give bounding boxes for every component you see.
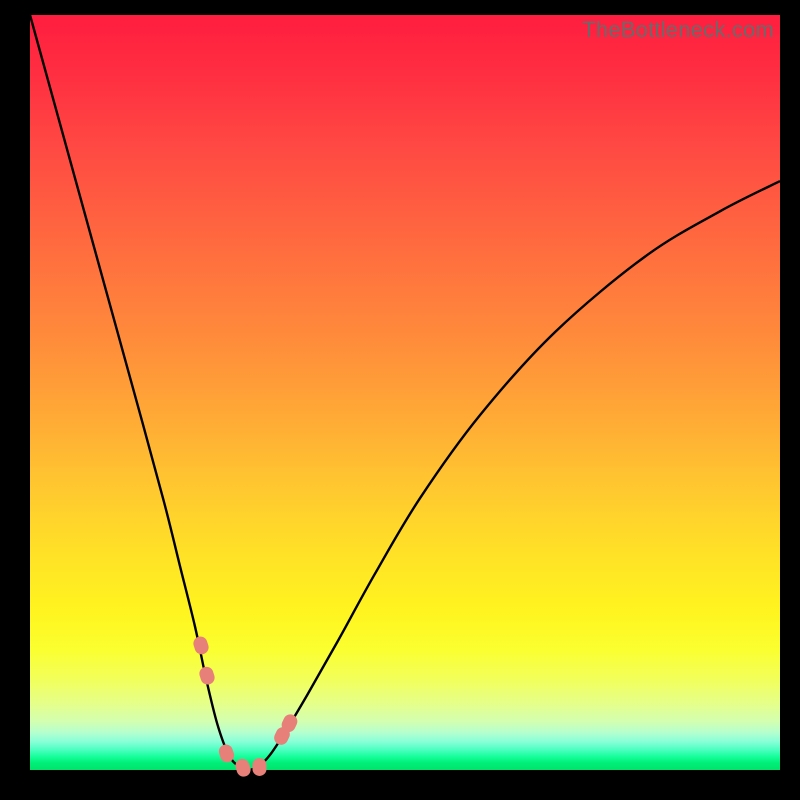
marker-left-shoulder-upper [192, 635, 211, 656]
marker-valley-right [253, 758, 267, 776]
frame-border-top [0, 0, 800, 15]
frame-border-bottom [0, 770, 800, 800]
marker-layer [192, 635, 300, 779]
bottleneck-curve [30, 15, 780, 770]
frame-border-left [0, 0, 30, 800]
chart-svg [30, 15, 780, 770]
curve-layer [30, 15, 780, 770]
plot-frame: TheBottleneck.com [30, 15, 780, 770]
marker-left-shoulder-lower [198, 665, 217, 686]
frame-border-right [780, 0, 800, 800]
